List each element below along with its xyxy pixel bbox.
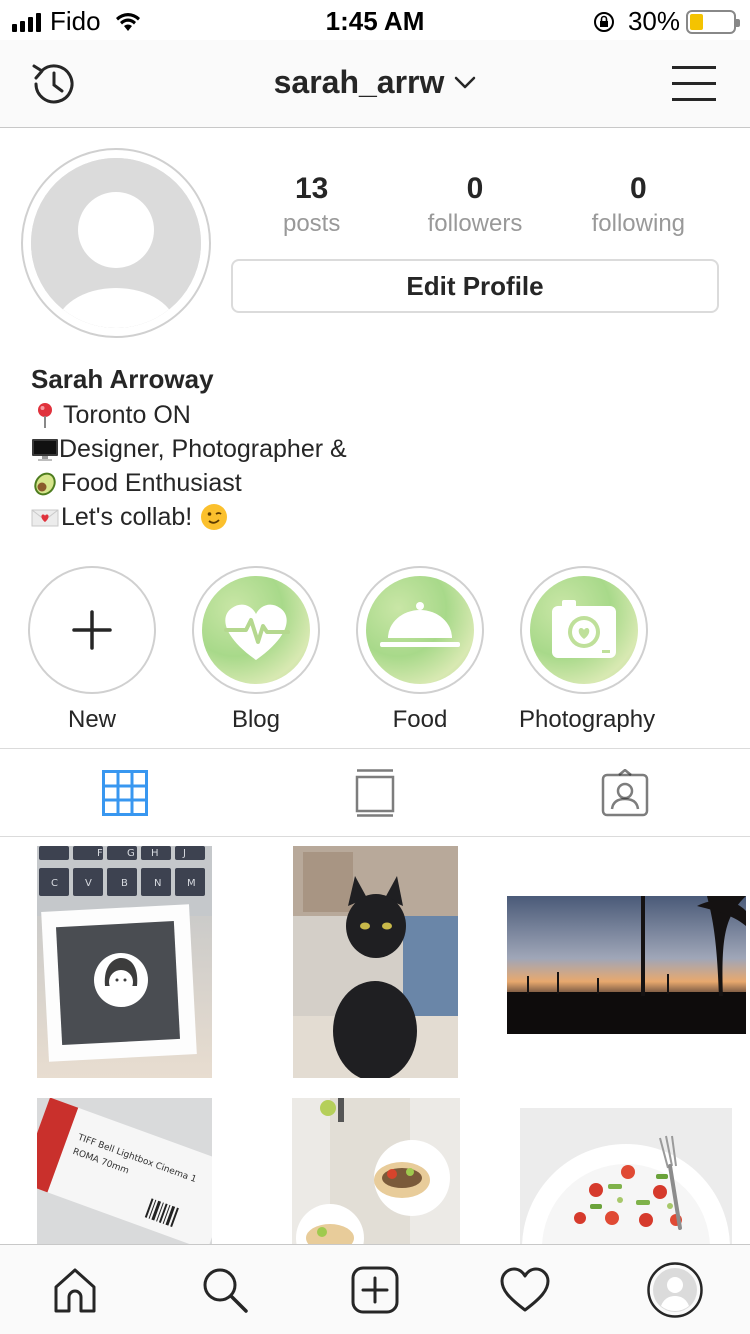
- highlight-new[interactable]: New: [27, 566, 157, 734]
- highlight-new-circle[interactable]: [28, 566, 156, 694]
- key-label: M: [187, 878, 196, 889]
- followers-count[interactable]: 0 followers: [393, 172, 556, 238]
- nav-new-post[interactable]: [300, 1245, 450, 1334]
- cloche-icon: [380, 602, 460, 647]
- key-label: G: [127, 848, 135, 859]
- post-image-cat: [293, 846, 458, 1078]
- highlight-label: Blog: [231, 706, 281, 733]
- username-title: sarah_arrw: [273, 64, 445, 100]
- chevron-down-icon: [455, 76, 476, 88]
- display-name: Sarah Arroway: [31, 364, 214, 394]
- posts-count[interactable]: 13 posts: [230, 172, 393, 238]
- posts-grid: F G H J C V B N M TIFF Bell Lightbox Cin…: [0, 838, 750, 1244]
- bio-line: Let's collab!: [31, 500, 347, 534]
- highlight-label: Photography: [519, 706, 656, 733]
- bio-line: Designer, Photographer &: [31, 432, 347, 466]
- profile-avatar-icon: [647, 1261, 703, 1318]
- following-count[interactable]: 0 following: [557, 172, 720, 238]
- battery-percentage: 30%: [627, 6, 680, 36]
- profile-stats: 13 posts 0 followers 0 following: [230, 172, 720, 238]
- key-label: H: [151, 848, 159, 859]
- heartbeat-icon: [224, 604, 290, 660]
- key-label: V: [85, 878, 92, 889]
- nav-home[interactable]: [0, 1245, 150, 1334]
- post-thumbnail[interactable]: [507, 896, 746, 1034]
- hamburger-menu-icon[interactable]: [672, 64, 716, 104]
- pin-emoji: [38, 403, 52, 428]
- profile-view-tabs: [0, 748, 750, 837]
- search-icon: [203, 1268, 248, 1313]
- post-thumbnail[interactable]: [293, 846, 458, 1078]
- heart-icon: [500, 1267, 550, 1311]
- plus-icon: [72, 610, 112, 650]
- nav-activity[interactable]: [450, 1245, 600, 1334]
- post-image-salad: [520, 1108, 732, 1244]
- profile-nav-bar: sarah_arrw: [0, 40, 750, 128]
- edit-profile-button[interactable]: Edit Profile: [231, 259, 719, 313]
- post-thumbnail[interactable]: [292, 1098, 460, 1244]
- post-image-sunset: [507, 896, 746, 1034]
- orientation-lock-icon: [593, 11, 614, 32]
- nav-search[interactable]: [150, 1245, 300, 1334]
- status-bar: Fido 1:45 AM 30%: [0, 0, 750, 40]
- highlight-photography[interactable]: Photography: [519, 566, 656, 734]
- key-label: J: [182, 848, 186, 859]
- winking-face-emoji: [201, 504, 228, 530]
- highlight-label: New: [67, 706, 116, 733]
- key-label: N: [154, 878, 161, 889]
- tab-feed[interactable]: [250, 749, 500, 836]
- home-icon: [54, 1268, 96, 1312]
- bio-line: Food Enthusiast: [31, 466, 347, 500]
- bio-line: Toronto ON: [31, 398, 347, 432]
- key-label: F: [97, 848, 103, 859]
- post-thumbnail[interactable]: F G H J C V B N M: [37, 846, 212, 1078]
- camera-heart-icon: [552, 600, 616, 658]
- profile-bio: Sarah Arroway Toronto ON Designer, Photo…: [31, 362, 347, 534]
- tab-tagged[interactable]: [500, 749, 750, 836]
- computer-emoji: [32, 439, 58, 461]
- key-label: B: [121, 878, 128, 889]
- love-letter-emoji: [31, 509, 59, 527]
- key-label: C: [51, 878, 58, 889]
- avocado-emoji: [34, 472, 56, 496]
- post-thumbnail[interactable]: TIFF Bell Lightbox Cinema 1 ROMA 70mm: [37, 1098, 212, 1244]
- bottom-tab-bar: [0, 1244, 750, 1334]
- tagged-user-icon: [601, 768, 649, 816]
- nav-profile[interactable]: [600, 1245, 750, 1334]
- post-image-ticket: TIFF Bell Lightbox Cinema 1 ROMA 70mm: [37, 1098, 212, 1244]
- feed-icon: [355, 768, 395, 817]
- highlight-blog[interactable]: Blog: [191, 566, 321, 734]
- story-highlights: New Blog Food Photography: [0, 566, 750, 736]
- post-thumbnail[interactable]: [520, 1108, 732, 1244]
- post-image-sticker: F G H J C V B N M: [37, 846, 212, 1078]
- battery-icon: [686, 9, 740, 34]
- profile-avatar[interactable]: [21, 148, 211, 338]
- default-avatar-icon: [31, 158, 201, 328]
- grid-icon: [102, 769, 148, 816]
- tab-grid[interactable]: [0, 749, 250, 836]
- highlight-label: Food: [392, 706, 448, 733]
- add-post-icon: [351, 1266, 399, 1313]
- account-switcher[interactable]: sarah_arrw: [0, 64, 750, 101]
- highlight-food[interactable]: Food: [355, 566, 485, 734]
- post-image-tacos: [292, 1098, 460, 1244]
